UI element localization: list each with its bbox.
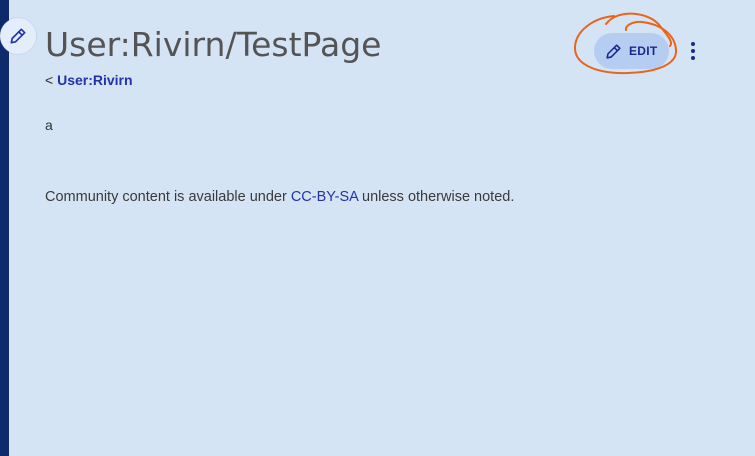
more-vertical-icon-dot	[691, 49, 695, 53]
license-link[interactable]: CC-BY-SA	[291, 189, 358, 205]
pencil-icon	[606, 43, 621, 59]
page-content: a	[45, 117, 53, 133]
parent-page-breadcrumb: < User:Rivirn	[45, 71, 133, 89]
more-options-button[interactable]	[684, 38, 702, 64]
license-prefix: Community content is available under	[45, 189, 291, 205]
edit-button-label: EDIT	[629, 44, 658, 58]
more-vertical-icon-dot	[691, 42, 695, 46]
breadcrumb-prefix: <	[45, 72, 58, 88]
parent-page-link[interactable]: User:Rivirn	[57, 72, 132, 88]
pencil-icon	[10, 28, 26, 44]
more-vertical-icon-dot	[691, 56, 695, 60]
floating-edit-button[interactable]	[0, 18, 36, 54]
license-suffix: unless otherwise noted.	[357, 189, 515, 205]
left-rail	[0, 0, 9, 456]
license-notice: Community content is available under CC-…	[45, 188, 514, 206]
edit-button[interactable]: EDIT	[594, 33, 669, 69]
page-title: User:Rivirn/TestPage	[45, 25, 382, 64]
